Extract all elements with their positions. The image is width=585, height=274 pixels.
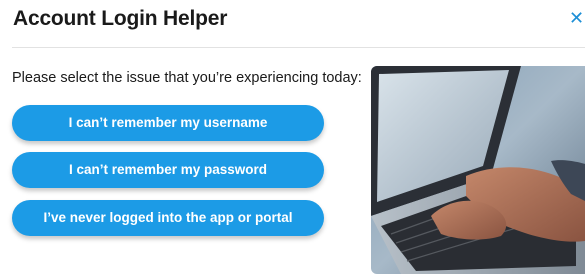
- header-divider: [12, 47, 585, 48]
- login-helper-dialog: Account Login Helper ✕ Please select the…: [0, 0, 585, 274]
- forgot-password-button[interactable]: I can’t remember my password: [12, 152, 324, 188]
- laptop-typing-photo: [371, 66, 585, 274]
- dialog-title: Account Login Helper: [13, 7, 228, 30]
- forgot-username-button[interactable]: I can’t remember my username: [12, 105, 324, 141]
- issue-prompt: Please select the issue that you’re expe…: [12, 70, 362, 86]
- never-logged-in-button[interactable]: I’ve never logged into the app or portal: [12, 200, 324, 236]
- close-icon[interactable]: ✕: [569, 8, 585, 28]
